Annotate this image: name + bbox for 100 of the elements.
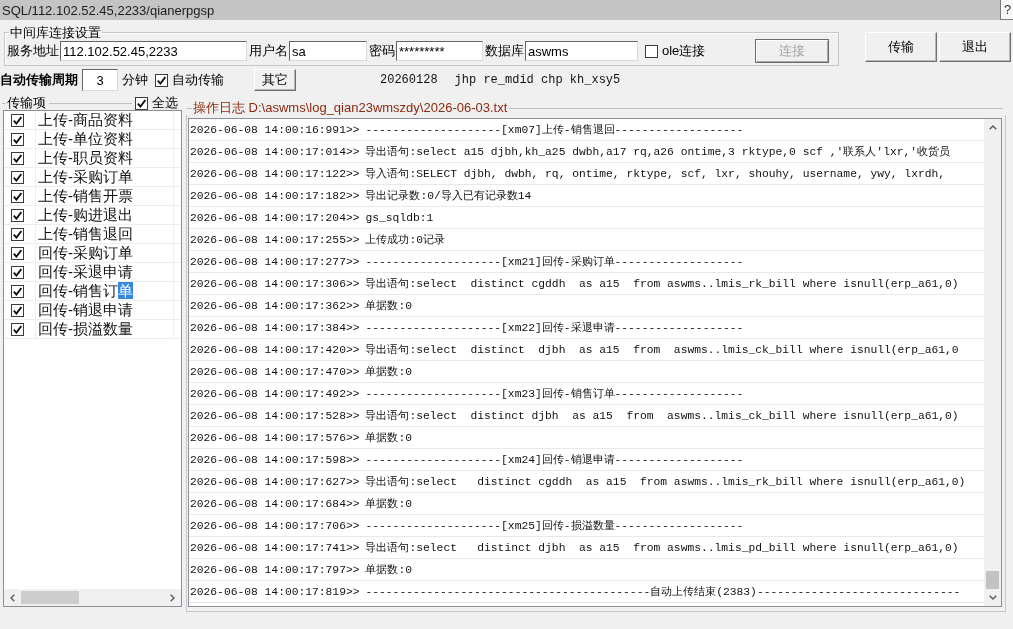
log-timestamp: 2026-06-08 14:00:17:255>> xyxy=(190,233,360,246)
checkbox[interactable] xyxy=(11,284,24,298)
checkbox[interactable] xyxy=(11,132,24,146)
field-label: 服务地址 xyxy=(7,42,59,60)
log-message: ------------------------------------------自动上传结束(2383)------------------------------ xyxy=(365,585,961,599)
log-message: gs_sqldb:1 xyxy=(365,211,434,224)
scroll-thumb[interactable] xyxy=(986,571,999,589)
unit-label: 分钟 xyxy=(122,71,148,89)
checkbox[interactable] xyxy=(11,208,24,222)
log-message: --------------------[xm07]上传-销售退回------------------- xyxy=(365,123,744,137)
list-item[interactable]: 上传-销售退回 xyxy=(38,225,133,243)
log-timestamp: 2026-06-08 14:00:17:576>> xyxy=(190,431,360,444)
log-timestamp: 2026-06-08 14:00:17:528>> xyxy=(190,409,360,422)
group-title: 传输项 xyxy=(7,94,46,112)
list-item[interactable]: 回传-损溢数量 xyxy=(38,320,133,338)
log-message: 单据数:0 xyxy=(365,365,413,379)
log-timestamp: 2026-06-08 14:00:17:014>> xyxy=(190,145,360,158)
checkbox[interactable] xyxy=(11,303,24,317)
list-item[interactable]: 上传-销售开票 xyxy=(38,187,133,205)
list-item[interactable]: 上传-单位资料 xyxy=(38,130,133,148)
checkbox[interactable] xyxy=(11,265,24,279)
log-message: 单据数:0 xyxy=(365,431,413,445)
list-item[interactable]: 上传-职员资料 xyxy=(38,149,133,167)
checkbox[interactable] xyxy=(155,73,168,87)
list-item[interactable]: 回传-销售订单 xyxy=(38,282,133,300)
checkbox[interactable] xyxy=(11,322,24,336)
scroll-left-icon[interactable] xyxy=(10,593,15,602)
period-label: 自动传输周期 xyxy=(0,71,78,89)
info-text: jhp re_mdid chp kh_xsy5 xyxy=(454,73,621,87)
log-message: 单据数:0 xyxy=(365,497,413,511)
list-item[interactable]: 上传-购进退出 xyxy=(38,206,133,224)
checkbox[interactable] xyxy=(11,246,24,260)
log-message: --------------------[xm22]回传-采退申请------------------- xyxy=(365,320,744,335)
list-item[interactable]: 上传-商品资料 xyxy=(38,111,133,129)
log-message: 导出语句:select distinct djbh as a15 from aswms..lmis_pd_bill where isnull(erp_a61,0) xyxy=(365,541,959,555)
log-timestamp: 2026-06-08 14:00:17:182>> xyxy=(190,189,360,202)
log-message: 上传成功:0记录 xyxy=(365,233,446,247)
checkbox[interactable] xyxy=(11,170,24,184)
period-field[interactable]: 3 xyxy=(82,69,118,91)
log-message: --------------------[xm24]回传-销退申请------------------- xyxy=(365,453,744,467)
log-message: 导出记录数:0/导入已有记录数14 xyxy=(365,189,532,203)
input-field[interactable]: ********* xyxy=(396,41,483,61)
help-button[interactable]: ? xyxy=(1000,0,1013,20)
log-timestamp: 2026-06-08 14:00:17:598>> xyxy=(190,453,360,466)
checkbox[interactable] xyxy=(11,113,24,127)
checkbox-label: 自动传输 xyxy=(172,71,224,89)
log-timestamp: 2026-06-08 14:00:17:306>> xyxy=(190,277,360,290)
scroll-up-icon[interactable] xyxy=(988,125,997,130)
log-title: 操作日志 D:\aswms\log_qian23wmszdy\2026-06-03.txt xyxy=(193,99,508,117)
action-button[interactable]: 退出 xyxy=(939,32,1011,62)
list-item[interactable]: 回传-销退申请 xyxy=(38,301,133,319)
log-timestamp: 2026-06-08 14:00:17:684>> xyxy=(190,497,360,510)
log-message: 导出语句:select distinct djbh as a15 from aswms..lmis_ck_bill where isnull(erp_a61,0) xyxy=(365,409,959,423)
list-item[interactable]: 回传-采退申请 xyxy=(38,263,133,281)
other-button[interactable]: 其它 xyxy=(254,69,296,91)
checkbox[interactable] xyxy=(645,44,658,58)
log-message: --------------------[xm25]回传-损溢数量------------------- xyxy=(365,519,744,533)
log-timestamp: 2026-06-08 14:00:17:741>> xyxy=(190,541,360,554)
input-field[interactable]: 112.102.52.45,2233 xyxy=(60,41,247,61)
info-text: 20260128 xyxy=(380,73,438,87)
input-field[interactable]: aswms xyxy=(525,41,638,61)
input-field[interactable]: sa xyxy=(289,41,367,61)
checkbox[interactable] xyxy=(11,227,24,241)
log-timestamp: 2026-06-08 14:00:17:204>> xyxy=(190,211,360,224)
log-message: 导出语句:select a15 djbh,kh_a25 dwbh,a17 rq,a26 ontime,3 rktype,0 scf ,'联系人'lxr,'收货员 xyxy=(365,145,951,159)
checkbox[interactable] xyxy=(135,96,148,110)
log-message: 导入语句:SELECT djbh, dwbh, rq, ontime, rktype, scf, lxr, shouhy, username, ywy, lxrdh, xyxy=(365,167,946,181)
checkmark-icon xyxy=(157,75,166,85)
log-timestamp: 2026-06-08 14:00:17:819>> xyxy=(190,585,360,598)
checkmark-icon xyxy=(137,98,146,108)
action-button[interactable]: 传输 xyxy=(865,32,937,62)
list-item[interactable]: 回传-采购订单 xyxy=(38,244,133,262)
log-timestamp: 2026-06-08 14:00:17:420>> xyxy=(190,343,360,356)
log-timestamp: 2026-06-08 14:00:16:991>> xyxy=(190,123,360,136)
log-message: 导出语句:select distinct cgddh as a15 from aswms..lmis_rk_bill where isnull(erp_a61,0) xyxy=(365,277,959,291)
log-message: 单据数:0 xyxy=(365,563,413,577)
scroll-thumb[interactable] xyxy=(21,591,79,604)
field-label: 密码 xyxy=(369,42,395,60)
checkbox[interactable] xyxy=(11,151,24,165)
log-timestamp: 2026-06-08 14:00:17:277>> xyxy=(190,255,360,268)
scroll-down-icon[interactable] xyxy=(988,595,997,600)
field-label: 数据库 xyxy=(485,42,524,60)
window-title: SQL/112.102.52.45,2233/qianerpgsp xyxy=(2,2,216,18)
log-message: --------------------[xm23]回传-销售订单------------------- xyxy=(365,387,744,401)
log-message: 单据数:0 xyxy=(365,299,413,313)
checkbox[interactable] xyxy=(11,189,24,203)
log-message: 导出语句:select distinct cgddh as a15 from aswms..lmis_rk_bill where isnull(erp_a61,0) xyxy=(365,475,966,489)
log-timestamp: 2026-06-08 14:00:17:470>> xyxy=(190,365,360,378)
field-label: 用户名 xyxy=(249,42,288,60)
log-timestamp: 2026-06-08 14:00:17:492>> xyxy=(190,387,360,400)
log-message: 导出语句:select distinct djbh as a15 from aswms..lmis_ck_bill where isnull(erp_a61,0 xyxy=(365,343,959,357)
log-timestamp: 2026-06-08 14:00:17:706>> xyxy=(190,519,360,532)
list-item[interactable]: 上传-采购订单 xyxy=(38,168,133,186)
log-timestamp: 2026-06-08 14:00:17:122>> xyxy=(190,167,360,180)
log-timestamp: 2026-06-08 14:00:17:797>> xyxy=(190,563,360,576)
checkbox-label: 全选 xyxy=(152,94,178,112)
log-timestamp: 2026-06-08 14:00:17:384>> xyxy=(190,321,360,334)
log-timestamp: 2026-06-08 14:00:17:627>> xyxy=(190,475,360,488)
log-message: --------------------[xm21]回传-采购订单------------------- xyxy=(365,254,744,269)
scroll-right-icon[interactable] xyxy=(170,593,175,602)
